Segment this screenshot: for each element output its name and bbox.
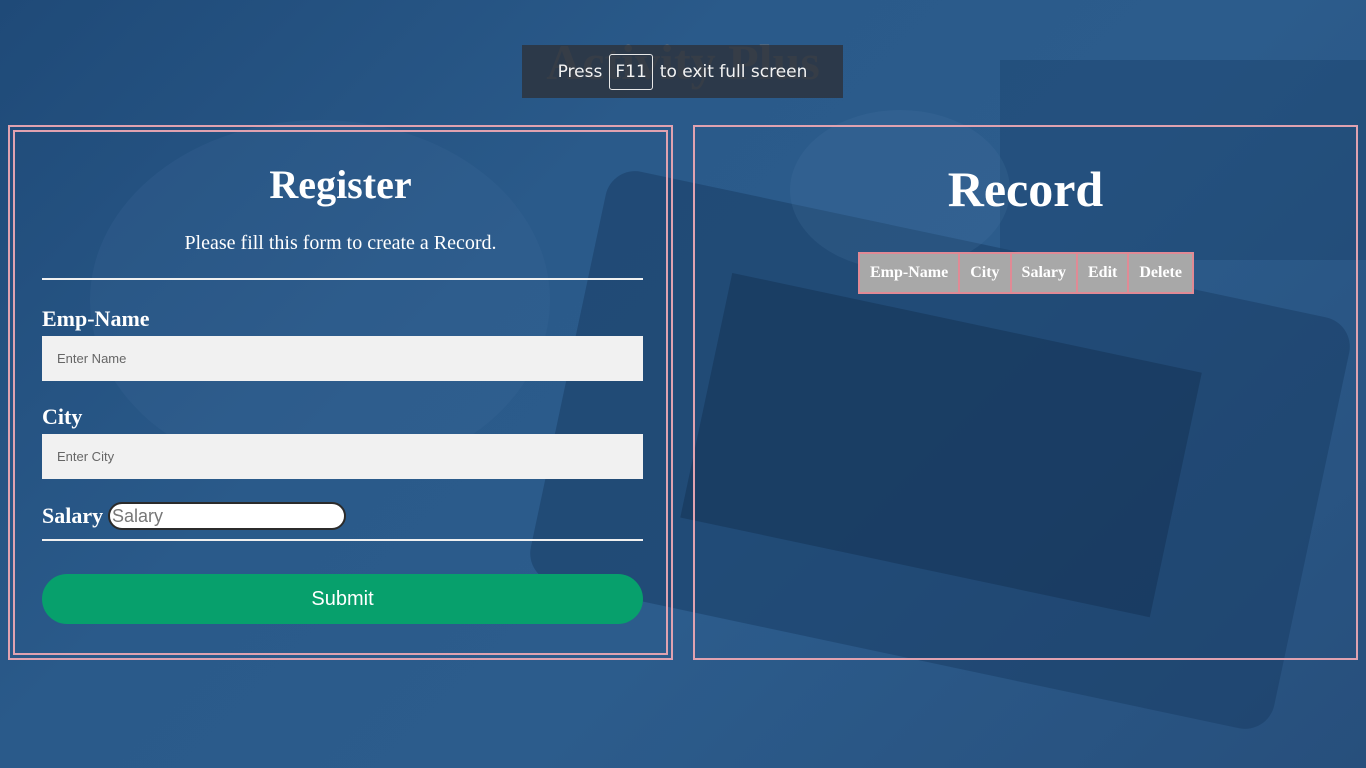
fullscreen-notice-key: F11	[609, 53, 653, 90]
register-subheading: Please fill this form to create a Record…	[184, 232, 497, 254]
column-header-delete: Delete	[1127, 252, 1194, 294]
record-panel: Record Emp-Name City Salary Edit Delete	[693, 125, 1358, 660]
column-header-edit: Edit	[1075, 252, 1130, 294]
divider-top	[42, 278, 643, 280]
fullscreen-notice-press: Press	[557, 61, 603, 82]
emp-name-label: Emp-Name	[42, 306, 150, 331]
register-form: Register Please fill this form to create…	[13, 130, 668, 655]
emp-name-input[interactable]	[42, 336, 643, 381]
register-panel: Register Please fill this form to create…	[8, 125, 673, 660]
fullscreen-notice: Press F11 to exit full screen	[522, 45, 843, 98]
salary-input[interactable]	[108, 502, 346, 530]
record-table-header-row: Emp-Name City Salary Edit Delete	[857, 252, 1194, 294]
divider-bottom	[42, 539, 643, 541]
submit-button[interactable]: Submit	[42, 574, 643, 624]
record-table: Emp-Name City Salary Edit Delete	[857, 252, 1194, 294]
column-header-emp-name: Emp-Name	[857, 252, 961, 294]
city-input[interactable]	[42, 434, 643, 479]
column-header-city: City	[958, 252, 1012, 294]
register-heading: Register	[269, 162, 412, 207]
record-heading: Record	[947, 161, 1104, 217]
city-label: City	[42, 404, 83, 429]
salary-label: Salary	[42, 503, 104, 528]
fullscreen-notice-suffix: to exit full screen	[659, 61, 808, 82]
column-header-salary: Salary	[1009, 252, 1079, 294]
